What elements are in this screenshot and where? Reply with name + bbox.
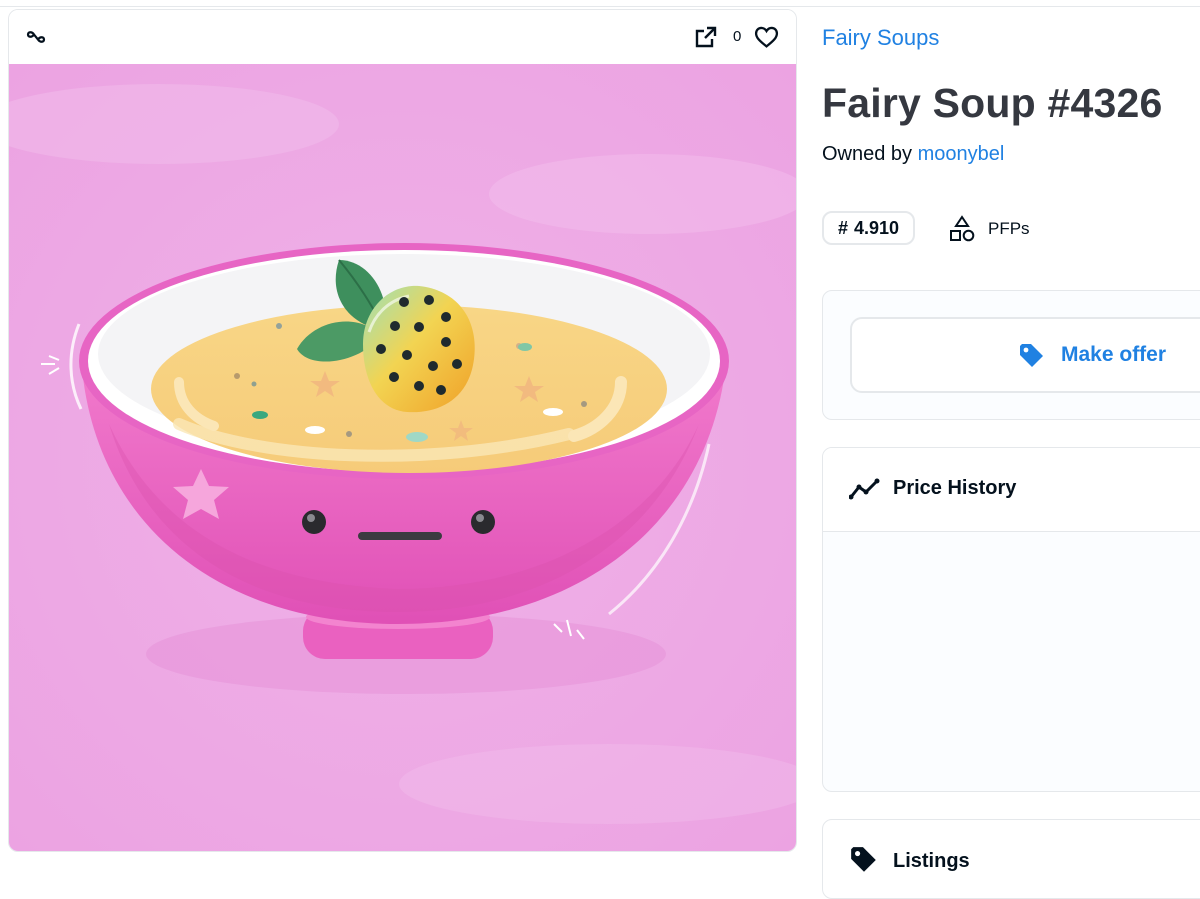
rank-hash: #	[838, 217, 849, 238]
trending-icon	[849, 478, 880, 500]
heart-icon[interactable]	[754, 25, 779, 49]
shapes-icon	[950, 215, 975, 242]
owner-link[interactable]: moonybel	[918, 143, 1005, 165]
price-history-panel: Price History	[822, 447, 1200, 792]
listings-panel: Listings	[822, 819, 1200, 899]
price-history-header[interactable]: Price History	[823, 448, 1200, 532]
media-header: 0	[9, 10, 796, 65]
favorite-count: 0	[733, 28, 742, 45]
fairy-soup-artwork[interactable]	[9, 64, 796, 851]
item-title: Fairy Soup #4326	[822, 80, 1163, 126]
collection-link[interactable]: Fairy Soups	[822, 25, 939, 51]
tag-icon	[1020, 344, 1043, 367]
owned-by-label: Owned by	[822, 143, 913, 165]
price-history-title: Price History	[893, 477, 1017, 499]
chain-icon	[26, 31, 46, 43]
listings-tag-icon	[851, 847, 876, 872]
category-label: PFPs	[988, 219, 1030, 238]
media-card: 0	[8, 9, 797, 852]
open-external-icon[interactable]	[694, 25, 718, 49]
make-offer-button[interactable]: Make offer	[850, 317, 1200, 393]
owned-by-line: Owned by moonybel	[822, 143, 1004, 166]
top-divider	[0, 6, 1200, 7]
offer-panel: Make offer	[822, 290, 1200, 420]
listings-title[interactable]: Listings	[893, 850, 970, 873]
category-chip[interactable]: PFPs	[948, 215, 1030, 243]
rank-badge[interactable]: # 4.910	[822, 211, 916, 245]
make-offer-label: Make offer	[1061, 343, 1167, 366]
rank-value: 4.910	[854, 217, 900, 238]
